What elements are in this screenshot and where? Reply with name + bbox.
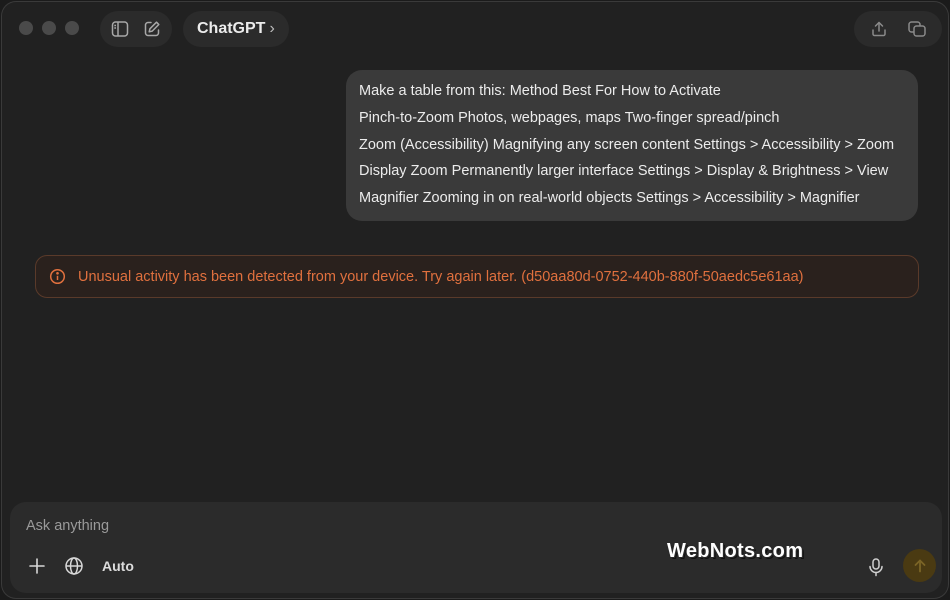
watermark-logo: WebNots.com [667,540,804,562]
prompt-input[interactable] [26,518,626,534]
minimize-window-button[interactable] [42,21,56,35]
arrow-up-icon [914,559,925,572]
temporary-chat-button[interactable] [904,16,930,42]
new-chat-button[interactable] [139,16,165,42]
user-message-line: Display Zoom Permanently larger interfac… [359,163,889,180]
auto-mode-button[interactable]: Auto [102,558,134,574]
send-button[interactable] [903,549,936,582]
window-controls [19,21,79,35]
chevron-right-icon: › [269,20,275,37]
user-message-line: Zoom (Accessibility) Magnifying any scre… [359,136,895,153]
toggle-sidebar-button[interactable] [107,16,133,42]
error-message: Unusual activity has been detected from … [78,268,804,285]
share-icon [872,21,886,37]
attach-button[interactable] [24,553,50,579]
model-selector[interactable]: ChatGPT › [183,11,289,47]
user-message-bubble: Make a table from this: Method Best For … [346,70,918,221]
right-toolbar [854,11,942,47]
user-message-line: Pinch-to-Zoom Photos, webpages, maps Two… [359,109,780,126]
model-label: ChatGPT [197,20,266,37]
voice-input-button[interactable] [863,554,889,580]
error-banner: Unusual activity has been detected from … [35,255,919,298]
sidebar-icon [111,21,129,37]
composer: Auto WebNots.com [10,502,942,593]
zoom-window-button[interactable] [65,21,79,35]
left-toolbar [100,11,172,47]
new-chat-icon [144,21,160,37]
globe-icon [65,557,83,575]
web-search-button[interactable] [61,553,87,579]
close-window-button[interactable] [19,21,33,35]
share-button[interactable] [866,16,892,42]
user-message-line: Make a table from this: Method Best For … [359,83,721,99]
user-message-line: Magnifier Zooming in on real-world objec… [359,190,860,207]
microphone-icon [869,558,883,577]
temporary-chat-icon [908,21,926,37]
composer-tools: Auto [24,553,134,579]
plus-icon [29,558,45,574]
info-circle-icon [49,268,66,285]
app-window: ChatGPT › Make a table from this: Method… [2,2,948,598]
